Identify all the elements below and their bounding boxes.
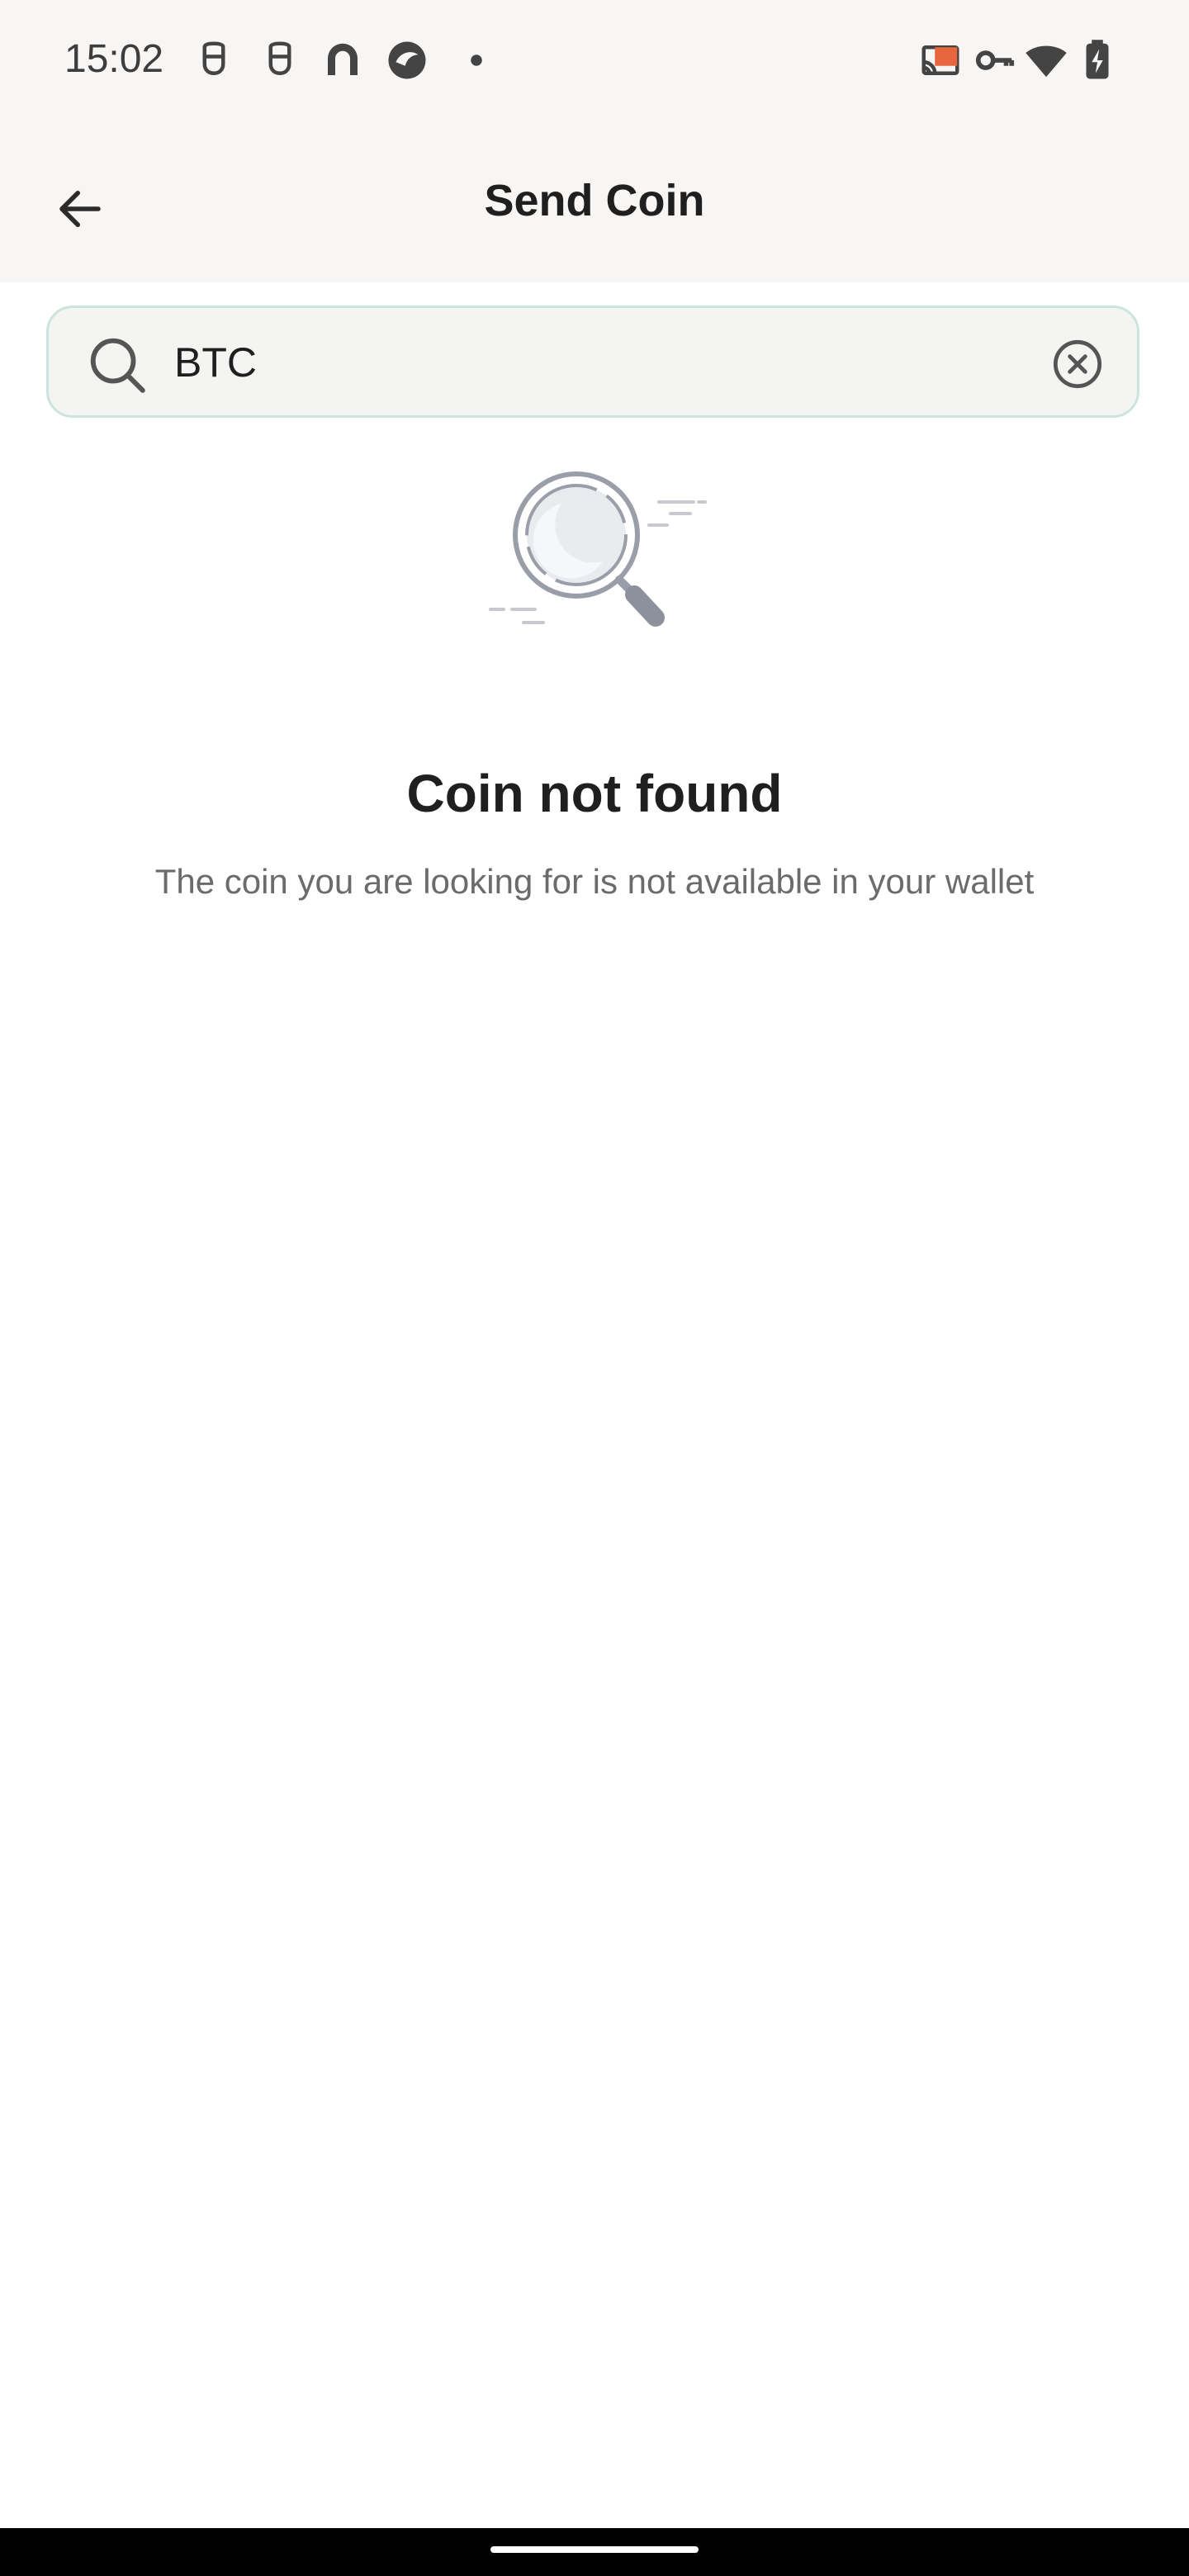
app-bar: Send Coin [0, 124, 1189, 282]
status-time: 15:02 [64, 37, 164, 81]
magnifier-illustration [489, 471, 707, 627]
search-icon [90, 338, 145, 393]
cast-icon [921, 45, 959, 75]
search-bar[interactable] [46, 305, 1139, 418]
dot-icon [471, 54, 482, 66]
wifi-icon [1026, 45, 1067, 78]
send-coin-screen: 15:02 Send Coin BTC Coin not found The c… [0, 0, 1189, 2576]
battery-charging-icon [1086, 40, 1109, 79]
close-circle-icon[interactable] [1051, 338, 1104, 391]
page-title: Send Coin [484, 176, 705, 225]
empty-state-description: The coin you are looking for is not avai… [154, 862, 1035, 901]
navigation-bar [0, 2528, 1189, 2576]
app-icon [388, 41, 426, 79]
home-indicator[interactable] [490, 2546, 699, 2553]
status-bar: 15:02 [0, 0, 1189, 124]
empty-state-title: Coin not found [406, 764, 783, 823]
notification-icon [268, 41, 291, 76]
notification-icon [202, 41, 225, 76]
search-input[interactable] [174, 329, 1000, 395]
app-icon [328, 43, 358, 75]
key-icon [975, 50, 1015, 70]
